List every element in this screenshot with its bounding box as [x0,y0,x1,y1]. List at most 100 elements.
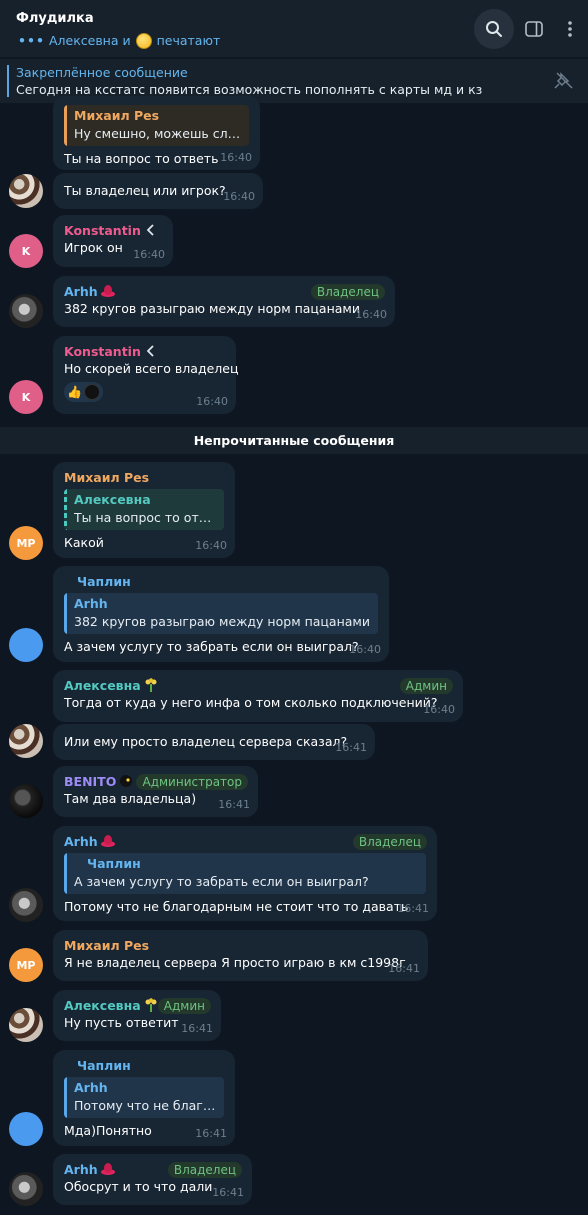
reply-author: Arhh [74,596,108,611]
avatar[interactable]: K [9,380,43,414]
message-bubble[interactable]: Михаил Pes Я не владелец сервера Я прост… [53,930,428,981]
message-bubble[interactable]: Михаил Pes Ну смешно, можешь сло... Ты н… [53,96,260,170]
avatar[interactable] [9,628,43,662]
sender-name[interactable]: Arhh Владелец [64,832,427,850]
avatar[interactable] [9,1172,43,1206]
avatar[interactable] [9,174,43,208]
message-time: 16:40 [223,190,255,203]
reply-quote[interactable]: Алексевна Ты на вопрос то отве... [64,489,224,530]
reply-text: А зачем услугу то забрать если он выигра… [74,874,369,889]
message-bubble[interactable]: Чаплин Arhh Потому что не благо... Мда)П… [53,1050,235,1146]
typing-suffix: печатают [156,32,221,48]
message-time: 16:41 [218,798,250,811]
sender-name[interactable]: Arhh Владелец [64,282,385,300]
reply-text: Ты на вопрос то отве... [74,510,216,525]
avatar[interactable] [9,1008,43,1042]
message-bubble[interactable]: Алексевна Админ Ну пусть ответит 16:41 [53,990,221,1041]
message-bubble[interactable]: Чаплин Arhh 382 кругов разыграю между но… [53,566,389,662]
search-icon [486,21,502,37]
role-badge: Владелец [352,834,427,850]
avatar[interactable] [9,294,43,328]
message-bubble[interactable]: Arhh Владелец Обосрут и то что дали 16:4… [53,1154,252,1205]
reply-quote[interactable]: Arhh 382 кругов разыграю между норм паца… [64,593,378,634]
more-menu-button[interactable] [550,9,588,49]
message-text: Или ему просто владелец сервера сказал? [64,734,348,749]
message-time: 16:40 [196,395,228,408]
message-time: 16:41 [388,962,420,975]
message-time: 16:40 [423,703,455,716]
message-time: 16:41 [195,1127,227,1140]
character-emoji-icon [120,775,133,787]
message-bubble[interactable]: Или ему просто владелец сервера сказал? … [53,724,375,760]
avatar[interactable]: MP [9,526,43,560]
typing-status: ••• Алексевна и печатают [18,32,221,49]
sidebar-icon [525,21,543,37]
reactions[interactable]: 👍 [64,382,103,402]
search-button[interactable] [474,9,514,49]
thumbs-up-icon: 👍 [67,385,82,399]
sender-name-text: Arhh [64,833,98,849]
chat-header[interactable]: Флудилка ••• Алексевна и печатают [0,0,588,58]
message-bubble[interactable]: Konstantin Игрок он 16:40 [53,215,173,267]
avatar[interactable] [9,784,43,818]
sender-name[interactable]: Чаплин [64,1056,224,1074]
message-time: 16:41 [397,902,429,915]
message-bubble[interactable]: Алексевна Админ Тогда от куда у него инф… [53,670,463,722]
reply-quote[interactable]: Arhh Потому что не благо... [64,1077,224,1118]
sender-name-text: Алексевна [64,677,141,693]
message-bubble[interactable]: Arhh Владелец Чаплин А зачем услугу то з… [53,826,437,921]
flowers-emoji-icon [145,678,157,692]
hat-emoji-icon [100,1163,115,1175]
message-bubble[interactable]: Arhh Владелец 382 кругов разыграю между … [53,276,395,327]
role-badge: Владелец [310,284,385,300]
message-bubble[interactable]: BENITO Администратор Там два владельца) … [53,766,258,817]
reactor-avatar [83,384,100,400]
sender-name[interactable]: Михаил Pes [64,936,417,954]
role-badge: Админ [157,998,211,1014]
avatar[interactable]: MP [9,948,43,982]
chevron-left-icon [146,345,154,357]
message-time: 16:41 [335,741,367,754]
avatar[interactable] [9,724,43,758]
message-bubble[interactable]: Konstantin Но скорей всего владелец 👍 16… [53,336,238,414]
reply-quote[interactable]: Михаил Pes Ну смешно, можешь сло... [64,105,249,146]
sender-name[interactable]: Михаил Pes [64,468,224,486]
sender-name[interactable]: Konstantin [64,342,225,360]
reply-quote[interactable]: Чаплин А зачем услугу то забрать если он… [64,853,426,894]
sender-name[interactable]: Arhh Владелец [64,1160,242,1178]
role-badge: Владелец [167,1162,242,1178]
message-text: 382 кругов разыграю между норм пацанами [64,301,360,316]
role-badge: Админ [399,678,453,694]
avatar[interactable] [9,1112,43,1146]
hat-emoji-icon [100,285,115,297]
unpin-button[interactable] [554,71,576,95]
message-text: Я не владелец сервера Я просто играю в к… [64,955,406,970]
sender-name[interactable]: BENITO Администратор [64,772,248,790]
emoji-avatar-icon [135,33,152,49]
typing-user: Алексевна и [48,32,131,48]
reply-text: Ну смешно, можешь сло... [74,126,241,141]
chat-title: Флудилка [16,11,94,26]
pinned-text: Сегодня на ксстатс появится возможность … [16,82,483,97]
sidebar-toggle-button[interactable] [514,9,554,49]
avatar[interactable] [9,888,43,922]
message-bubble[interactable]: Михаил Pes Алексевна Ты на вопрос то отв… [53,462,235,558]
message-text: А зачем услугу то забрать если он выигра… [64,639,359,654]
sender-name[interactable]: Konstantin [64,221,162,239]
typing-dots-icon: ••• [18,32,45,48]
role-badge: Администратор [136,774,248,790]
avatar[interactable]: K [9,234,43,268]
sender-name-text: Konstantin [64,222,141,238]
sender-name-text: Arhh [64,1161,98,1177]
reply-author: Чаплин [87,856,141,871]
message-time: 16:41 [212,1186,244,1199]
sender-name[interactable]: Алексевна Админ [64,676,453,694]
message-text: Тогда от куда у него инфа о том сколько … [64,695,438,710]
hat-emoji-icon [100,835,115,847]
message-bubble[interactable]: Ты владелец или игрок? 16:40 [53,173,263,209]
sender-name[interactable]: Чаплин [64,572,378,590]
message-time: 16:40 [195,539,227,552]
unpin-icon [554,72,573,89]
sender-name[interactable]: Алексевна Админ [64,996,211,1014]
flowers-emoji-icon [145,998,157,1012]
